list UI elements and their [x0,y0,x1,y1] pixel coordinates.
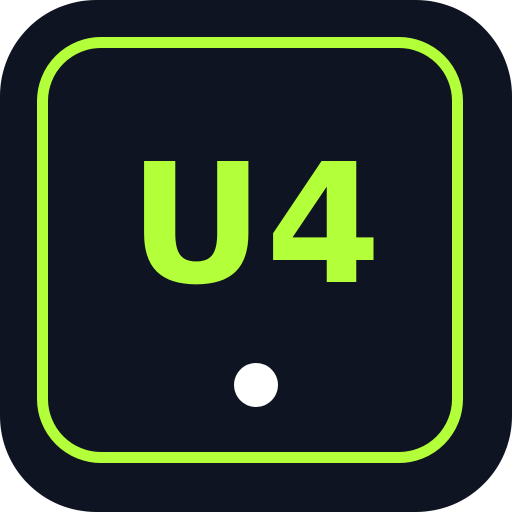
icon-label: U4 [128,129,384,322]
indicator-dot [234,363,278,407]
app-icon[interactable]: U4 [0,0,512,512]
